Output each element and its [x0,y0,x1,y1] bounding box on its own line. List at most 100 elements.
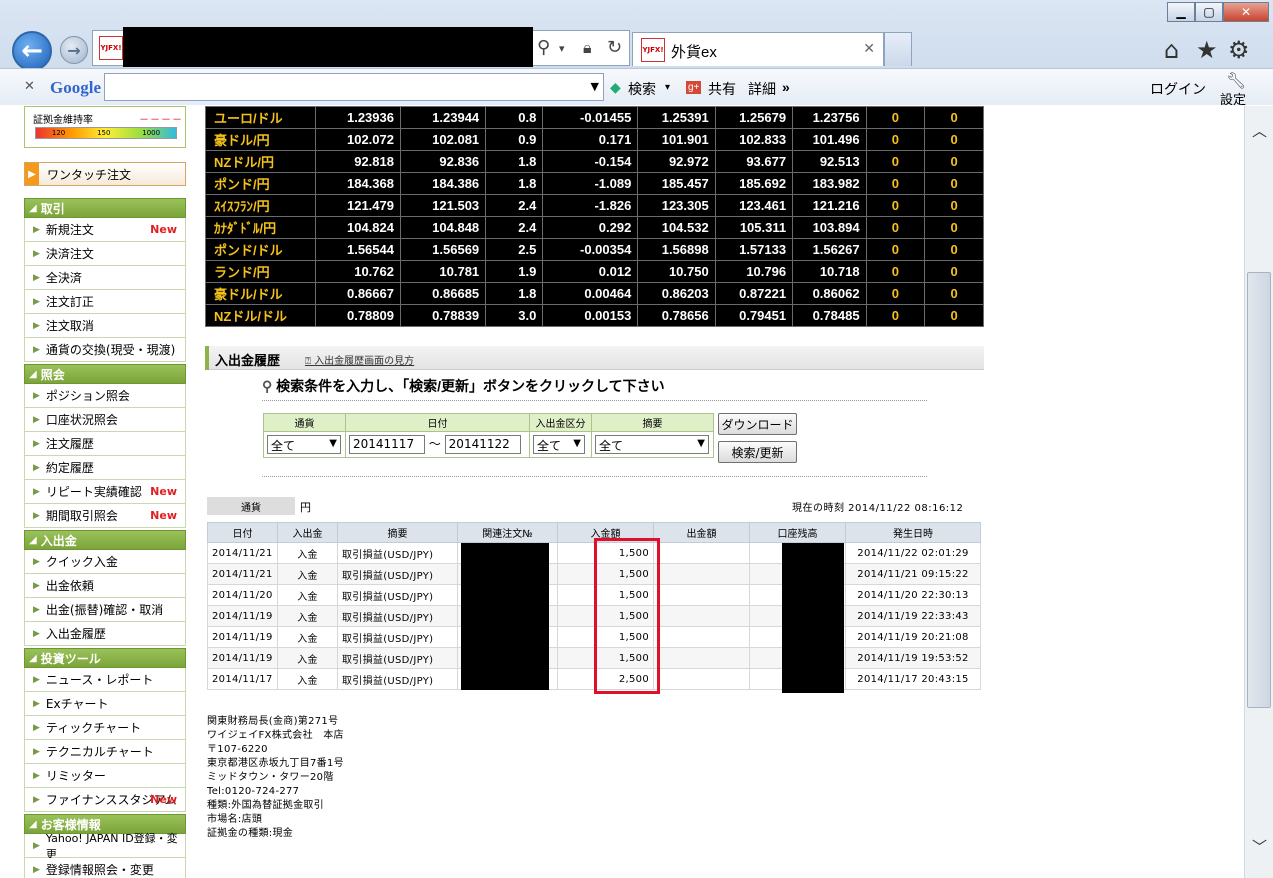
datetime-cell: 2014/11/22 02:01:29 [845,542,981,564]
vertical-scrollbar[interactable]: ︿ ﹀ [1244,106,1273,878]
type-select[interactable]: 全て ▼ [533,435,585,454]
item-label: ニュース・レポート [45,673,154,687]
sidebar-item-modify-order[interactable]: ▶ 注文訂正 [24,290,186,314]
bullet-icon: ▶ [33,628,40,639]
item-label: 出金(振替)確認・取消 [45,603,164,617]
footer-line: 種類:外国為替証拠金取引 [207,800,324,811]
scrollbar-thumb[interactable] [1247,272,1271,708]
sidebar-item-cancel-order[interactable]: ▶ 注文取消 [24,314,186,338]
sidebar-item-news[interactable]: ▶ ニュース・レポート [24,668,186,692]
arrow-icon: ◢ [29,202,37,214]
rate-cell: 0 [865,216,926,239]
rate-cell: 0 [924,194,984,217]
gauge-tick: 120 [51,129,66,137]
rate-cell: 183.982 [792,172,867,195]
sidebar-item-withdraw-confirm[interactable]: ▶ 出金(振替)確認・取消 [24,598,186,622]
download-button[interactable]: ダウンロード [718,413,797,435]
new-tab-button[interactable] [884,32,912,66]
sidebar-item-execution-history[interactable]: ▶ 約定履歴 [24,456,186,480]
close-toolbar-icon[interactable]: ✕ [24,79,35,94]
search-button[interactable]: 検索 [628,79,656,99]
chevron-down-icon[interactable]: ▼ [591,80,599,93]
type-cell: 入金 [277,563,338,585]
withdraw-cell [653,626,750,648]
rate-cell: 0 [865,260,926,283]
maximize-icon[interactable]: ▢ [1195,2,1223,22]
datetime-cell: 2014/11/21 09:15:22 [845,563,981,585]
minimize-icon[interactable]: ▁ [1167,2,1195,22]
one-touch-order-button[interactable]: ▶ ワンタッチ注文 [24,162,186,186]
search-icon: ⚲ [262,378,277,394]
close-window-icon[interactable]: ✕ [1223,2,1269,22]
new-badge: New [150,793,177,806]
more-icon[interactable]: » [782,79,790,95]
home-icon[interactable]: ⌂ [1164,36,1179,64]
sidebar-item-quick-deposit[interactable]: ▶ クイック入金 [24,550,186,574]
rate-cell: 0.00153 [542,304,639,327]
sidebar-item-technical-chart[interactable]: ▶ テクニカルチャート [24,740,186,764]
date-from-input[interactable]: 20141117 [349,435,425,454]
rate-cell: 0.79451 [714,304,794,327]
sidebar-item-currency-exchange[interactable]: ▶ 通貨の交換(現受・現渡) [24,338,186,362]
address-bar[interactable]: YJFX! ⚲ ▾ 🔒︎ ↻ [92,27,630,67]
sidebar-item-account-status[interactable]: ▶ 口座状況照会 [24,408,186,432]
rate-cell: 3.0 [485,304,544,327]
redacted-balances [782,543,844,693]
sidebar-item-withdraw-request[interactable]: ▶ 出金依頼 [24,574,186,598]
datetime-cell: 2014/11/19 20:21:08 [845,626,981,648]
sidebar-item-close-order[interactable]: ▶ 決済注文 [24,242,186,266]
date-to-input[interactable]: 20141122 [444,435,521,454]
type-cell: 入金 [277,668,338,690]
col-order-no: 関連注文№ [457,522,558,543]
sidebar-item-yahoo-id[interactable]: ▶ Yahoo! JAPAN ID登録・変更 [24,832,186,861]
sidebar-item-limiter[interactable]: ▶ リミッター [24,764,186,788]
sidebar-item-repeat-results[interactable]: ▶ リピート実績確認 New [24,480,186,504]
rate-cell: 0.171 [542,128,639,151]
sidebar-item-tick-chart[interactable]: ▶ ティックチャート [24,716,186,740]
google-search-input[interactable]: ▼ [104,73,604,101]
tab-close-icon[interactable]: ✕ [863,41,875,57]
bullet-icon: ▶ [33,674,40,685]
sidebar-item-registration-info[interactable]: ▶ 登録情報照会・変更 [24,858,186,878]
chevron-down-icon[interactable]: ▾ [559,42,565,55]
login-button[interactable]: ログイン [1150,79,1206,99]
gear-icon[interactable]: ⚙ [1228,36,1250,64]
sidebar-item-deposit-history[interactable]: ▶ 入出金履歴 [24,622,186,646]
currency-select[interactable]: 全て ▼ [267,435,341,454]
share-button[interactable]: 共有 [708,79,736,99]
browser-tab[interactable]: YJFX! 外貨ex ✕ [632,32,884,66]
star-icon[interactable]: ★ [1196,36,1218,64]
rate-cell: 121.503 [399,194,487,217]
lock-icon[interactable]: 🔒︎ [583,38,592,58]
rate-cell: 0 [924,106,984,129]
forward-icon[interactable]: → [60,36,88,64]
bullet-icon: ▶ [33,248,40,259]
rate-row: ｽｲｽﾌﾗﾝ/円 121.479 121.503 2.4 -1.826 123.305 12… [205,194,984,217]
sidebar-item-period-trades[interactable]: ▶ 期間取引照会 New [24,504,186,528]
search-options-icon[interactable]: ▾ [665,82,670,93]
detail-button[interactable]: 詳細 [748,79,776,99]
datetime-cell: 2014/11/20 22:30:13 [845,584,981,606]
search-update-button[interactable]: 検索/更新 [718,441,797,463]
sidebar-item-order-history[interactable]: ▶ 注文履歴 [24,432,186,456]
rate-cell: 184.386 [399,172,487,195]
scroll-down-icon[interactable]: ﹀ [1252,836,1267,857]
sidebar-item-ex-chart[interactable]: ▶ Exチャート [24,692,186,716]
sidebar-item-close-all[interactable]: ▶ 全決済 [24,266,186,290]
sidebar-item-new-order[interactable]: ▶ 新規注文 New [24,218,186,242]
rate-cell: 92.513 [792,150,867,173]
sidebar-item-positions[interactable]: ▶ ポジション照会 [24,384,186,408]
bullet-icon: ▶ [33,840,40,851]
sidebar-item-finance-stadium[interactable]: ▶ ファイナンススタジアム New [24,788,186,812]
wrench-icon[interactable]: 🔧︎ [1226,71,1246,90]
rate-cell: 0 [865,282,926,305]
back-icon[interactable]: ← [12,31,52,71]
refresh-icon[interactable]: ↻ [607,37,622,58]
search-icon[interactable]: ⚲ [537,37,550,58]
help-link[interactable]: ⍰ 入出金履歴画面の見方 [305,352,414,367]
bullet-icon: ▶ [33,698,40,709]
date-cell: 2014/11/19 [207,605,278,627]
rate-cell: 102.833 [714,128,794,151]
scroll-up-icon[interactable]: ︿ [1252,120,1267,141]
summary-select[interactable]: 全て ▼ [595,435,709,454]
